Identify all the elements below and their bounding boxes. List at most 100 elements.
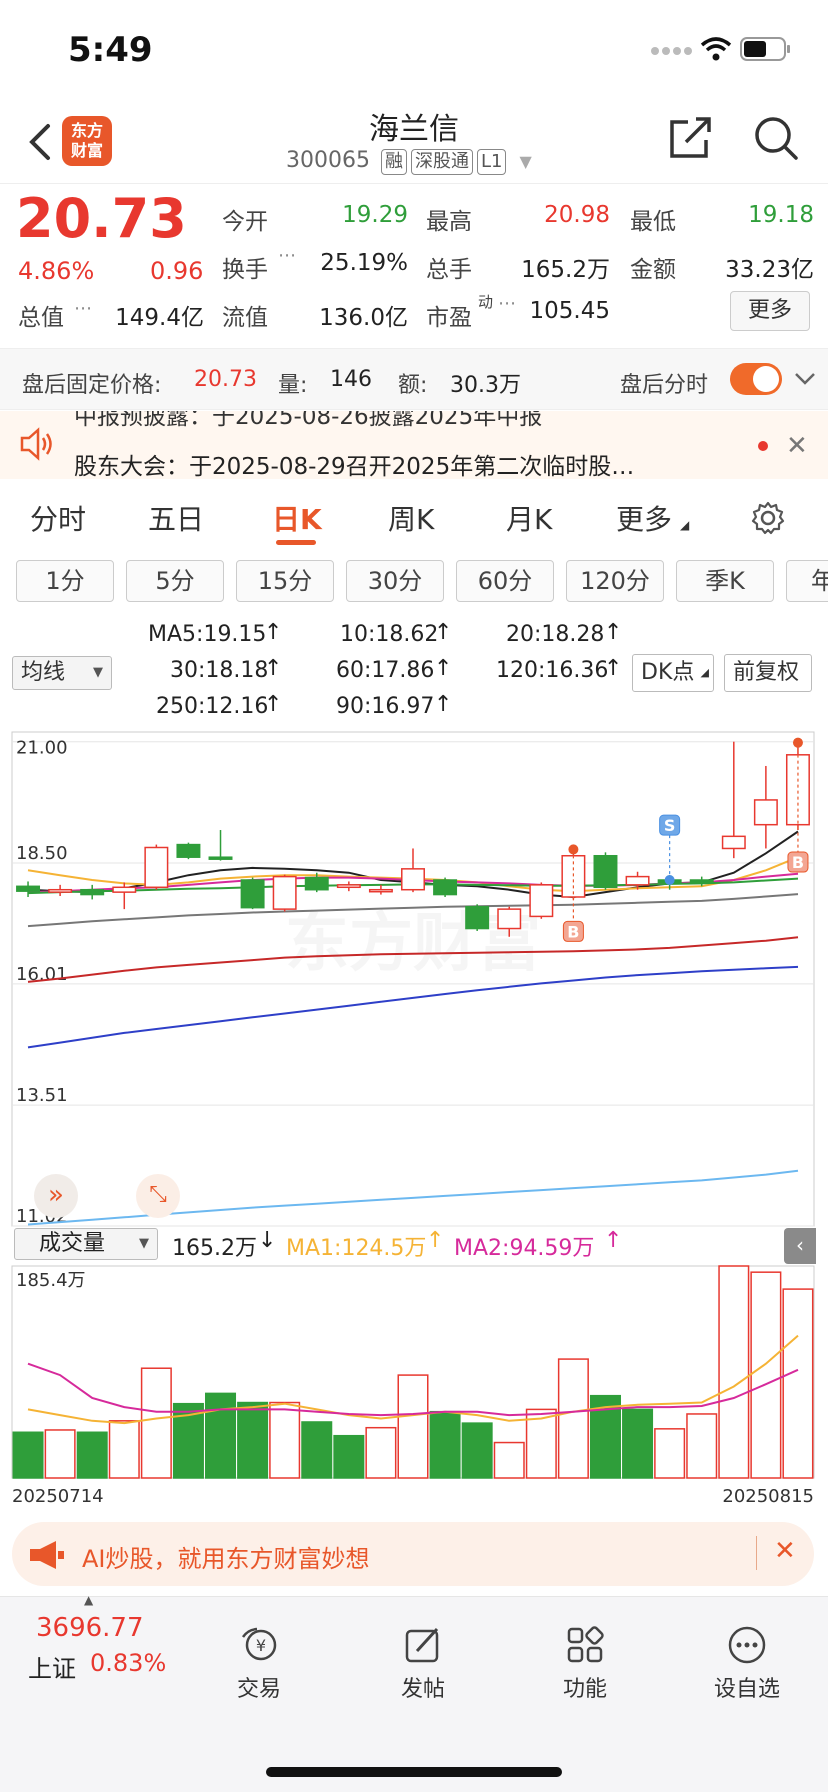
tab-weekly-k[interactable]: 周K	[388, 498, 434, 538]
tab-daily-k[interactable]: 日K	[272, 498, 322, 538]
home-indicator	[266, 1767, 562, 1777]
indicator-selector[interactable]: 均线 ▼	[12, 656, 112, 690]
ma250-value: 250:12.16	[156, 694, 269, 719]
signal-label: B	[792, 853, 804, 872]
info-icon[interactable]: ⋯	[74, 298, 92, 319]
svg-text:¥: ¥	[256, 1636, 266, 1655]
up-arrow-icon: ↑	[434, 692, 453, 717]
period-year-k[interactable]: 年	[786, 560, 828, 602]
quote-panel: 20.73 4.86% 0.96 总值 ⋯ 149.4亿 今开 19.29 最高…	[0, 185, 828, 345]
close-icon[interactable]: ✕	[774, 1536, 796, 1566]
volume-indicator-selector[interactable]: 成交量 ▼	[14, 1228, 158, 1260]
collapse-panel-icon[interactable]: ‹	[784, 1228, 816, 1264]
candle-body	[144, 846, 169, 889]
volume-bar	[44, 1429, 76, 1479]
pe-label: 市盈	[426, 305, 472, 331]
ai-banner[interactable]: AI炒股，就用东方财富妙想 ✕	[12, 1522, 814, 1586]
volume-ma2: MA2:94.59万	[454, 1236, 595, 1261]
candle-body	[368, 888, 393, 893]
volume-bar	[557, 1358, 589, 1479]
period-60min[interactable]: 60分	[456, 560, 554, 602]
period-15min[interactable]: 15分	[236, 560, 334, 602]
up-arrow-icon: ↑	[434, 656, 453, 681]
kline-chart[interactable]: 21.0018.5016.0113.5111.02东方财富 BSB185.4万20…	[0, 726, 828, 1516]
volume-max-label: 185.4万	[16, 1270, 86, 1291]
expand-left-icon[interactable]: »	[34, 1174, 78, 1218]
close-icon[interactable]: ✕	[786, 431, 808, 461]
after-hours-toggle[interactable]	[730, 363, 782, 395]
total-value-label: 总值	[18, 305, 64, 331]
settings-gear-icon[interactable]	[750, 500, 786, 536]
tab-five-day[interactable]: 五日	[148, 498, 204, 538]
ma90-value: 90:16.97	[336, 694, 435, 719]
period-5min[interactable]: 5分	[126, 560, 224, 602]
amount-label: 金额	[630, 257, 676, 283]
period-30min[interactable]: 30分	[346, 560, 444, 602]
index-value[interactable]: 3696.77	[36, 1613, 144, 1643]
turnover-label: 换手	[222, 257, 268, 283]
after-hours-price: 20.73	[194, 367, 257, 392]
fullscreen-icon[interactable]: ⤡	[136, 1174, 180, 1218]
y-tick-label: 18.50	[16, 843, 68, 864]
up-arrow-icon: ↑	[604, 1228, 623, 1253]
down-arrow-icon: ↓	[258, 1228, 277, 1253]
volume-bar	[750, 1271, 782, 1479]
volume-value: 165.2万	[521, 257, 610, 283]
tab-more[interactable]: 更多	[616, 498, 672, 538]
candle-body	[48, 888, 73, 893]
up-arrow-icon: ↑	[264, 656, 283, 681]
period-quarter-k[interactable]: 季K	[676, 560, 774, 602]
period-1min[interactable]: 1分	[16, 560, 114, 602]
after-hours-price-label: 盘后固定价格:	[22, 373, 162, 398]
candle-body	[465, 905, 490, 930]
change-amount: 0.96	[150, 257, 204, 285]
volume-bar	[269, 1401, 301, 1479]
index-change: 0.83%	[90, 1649, 167, 1677]
tab-monthly-k[interactable]: 月K	[506, 498, 552, 538]
functions-label: 功能	[562, 1677, 607, 1702]
nav-bar: 东方财富 海兰信 300065 融深股通 L1 ▼	[0, 100, 828, 184]
y-tick-label: 13.51	[16, 1085, 68, 1106]
wifi-icon	[700, 37, 732, 61]
last-price: 20.73	[16, 187, 187, 250]
share-icon[interactable]	[668, 114, 712, 160]
cellular-signal-icon	[651, 47, 692, 55]
kline-chart-area[interactable]: 21.00 18.50 16.01 13.51 11.02 东方财富 B S B 185.4万 20…	[0, 726, 828, 1516]
info-icon[interactable]: ⋯	[278, 245, 296, 266]
more-button[interactable]: 更多	[730, 291, 810, 331]
turnover-value: 25.19%	[320, 250, 408, 276]
trade-button[interactable]: ¥ 交易	[214, 1625, 304, 1703]
functions-button[interactable]: 功能	[540, 1625, 630, 1703]
tab-intraday[interactable]: 分时	[30, 498, 86, 538]
notice-line-2: 股东大会：于2025-08-29召开2025年第二次临时股…	[74, 454, 635, 479]
caret-icon: ◢	[680, 518, 690, 532]
volume-bar	[686, 1413, 718, 1479]
add-watchlist-button[interactable]: 设自选	[702, 1625, 792, 1703]
candle-body	[785, 754, 810, 826]
notice-banner[interactable]: 中报预披露：于2025-08-26披露2025年中报 股东大会：于2025-08…	[0, 411, 828, 479]
volume-current: 165.2万	[172, 1236, 257, 1261]
candle-body	[336, 884, 361, 889]
candle-body	[753, 799, 778, 826]
megaphone-icon	[30, 1541, 64, 1569]
caret-down-icon[interactable]: ▼	[519, 152, 531, 171]
signal-label: B	[567, 922, 579, 941]
volume-bar	[12, 1431, 44, 1479]
adjust-button[interactable]: 前复权	[724, 654, 812, 692]
ai-banner-text: AI炒股，就用东方财富妙想	[82, 1545, 370, 1573]
search-icon[interactable]	[752, 114, 800, 162]
period-120min[interactable]: 120分	[566, 560, 664, 602]
notice-line-1: 中报预披露：于2025-08-26披露2025年中报	[74, 411, 543, 430]
volume-bar	[333, 1434, 365, 1479]
post-button[interactable]: 发帖	[378, 1625, 468, 1703]
caret-up-icon[interactable]: ▲	[84, 1593, 93, 1607]
dk-point-button[interactable]: DK点 ◢	[632, 654, 714, 692]
volume-bar	[237, 1401, 269, 1479]
volume-label: 总手	[426, 257, 472, 283]
chevron-down-icon[interactable]	[794, 371, 816, 387]
tag-level: L1	[476, 149, 507, 175]
candle-body	[80, 888, 105, 896]
x-label-end: 20250815	[722, 1486, 814, 1507]
volume-bar	[365, 1426, 397, 1479]
x-label-start: 20250714	[12, 1486, 104, 1507]
